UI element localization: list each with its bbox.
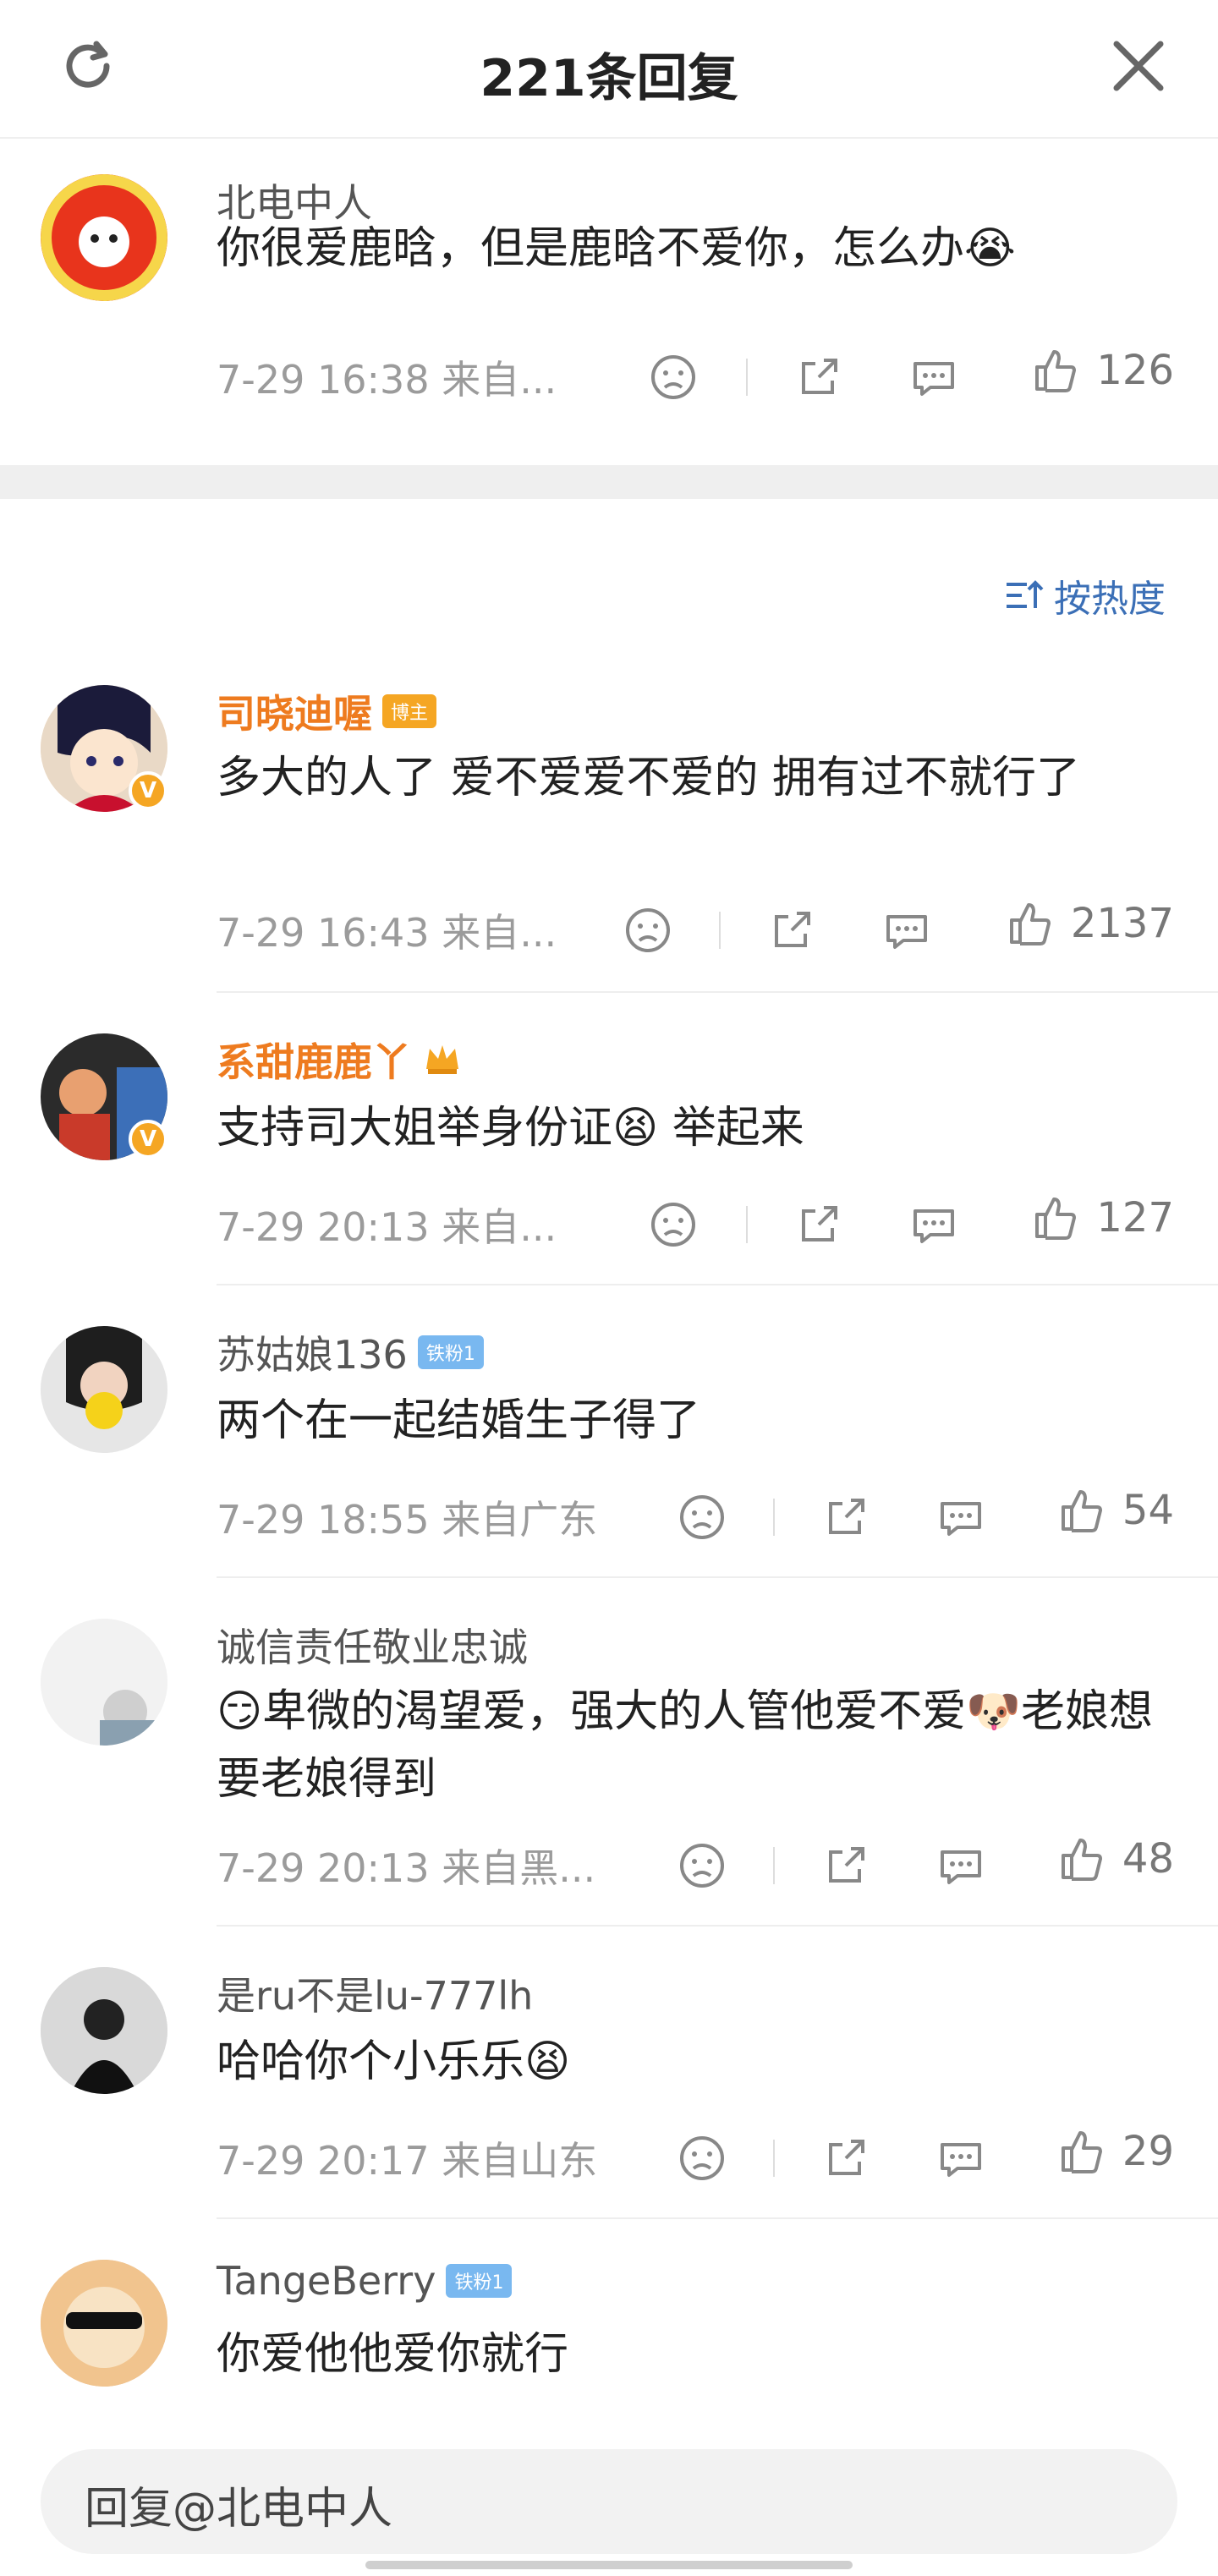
comment-time: 7-29 20:17 来自山东 [217,2138,598,2184]
dislike-icon[interactable] [648,1199,699,1250]
username[interactable]: 诚信责任敬业忠诚 [217,1617,528,1673]
comment-icon[interactable] [935,1840,986,1891]
comment-time: 7-29 20:13 来自... [217,1204,557,1250]
comment-icon[interactable] [881,905,932,956]
like-count: 29 [1122,2128,1174,2175]
row-divider [217,1925,1218,1927]
dislike-icon[interactable] [623,905,673,956]
action-divider [746,1206,748,1243]
blogger-tag: 博主 [382,694,437,728]
verified-badge: V [129,771,167,810]
like-count: 2137 [1070,900,1174,947]
share-icon[interactable] [793,1199,844,1250]
username[interactable]: 司晓迪喔 [217,683,372,739]
close-icon[interactable] [1105,32,1172,100]
list-item: V 司晓迪喔 博主 多大的人了 爱不爱爱不爱的 拥有过不就行了 7-29 16:… [0,677,1218,995]
like-button[interactable]: 48 [1055,1833,1174,1884]
comment-time: 7-29 18:55 来自广东 [217,1497,598,1543]
row-divider [217,991,1218,993]
username[interactable]: 系甜鹿鹿丫 [217,1032,411,1088]
fan-badge: 铁粉1 [446,2264,513,2298]
sort-button[interactable]: 按热度 [1003,568,1166,622]
comment-icon[interactable] [908,352,959,403]
home-indicator [365,2561,853,2569]
like-count: 126 [1096,347,1174,394]
avatar[interactable] [41,1967,167,2094]
comment-text: 两个在一起结婚生子得了 [217,1395,701,1446]
comment-text: 😏卑微的渴望爱，强大的人管他爱不爱🐶老娘想要老娘得到 [217,1686,1153,1805]
dislike-icon[interactable] [677,1492,727,1543]
crown-icon [421,1037,464,1082]
thumbs-up-icon [1035,350,1077,392]
avatar[interactable] [41,2260,167,2387]
thumbs-up-icon [1009,903,1051,945]
comment-text: 多大的人了 爱不爱爱不爱的 拥有过不就行了 [217,753,1081,803]
comment-text: 哈哈你个小乐乐😫 [217,2036,571,2087]
row-divider [217,1576,1218,1578]
comment-icon[interactable] [908,1199,959,1250]
avatar[interactable] [41,1326,167,1453]
page-title: 221条回复 [480,49,738,108]
share-icon[interactable] [820,1840,871,1891]
action-divider [773,2140,775,2177]
reply-placeholder: 回复@北电中人 [85,2484,393,2535]
action-divider [773,1847,775,1884]
like-count: 54 [1122,1487,1174,1534]
row-divider [217,2217,1218,2219]
username[interactable]: TangeBerry [217,2258,436,2304]
list-item: 苏姑娘136 铁粉1 两个在一起结婚生子得了 7-29 18:55 来自广东 5… [0,1318,1218,1580]
username[interactable]: 苏姑娘136 [217,1324,408,1380]
dislike-icon[interactable] [677,1840,727,1891]
share-icon[interactable] [766,905,817,956]
avatar[interactable] [41,1619,167,1746]
avatar[interactable] [41,174,167,301]
comment-text: 你很爱鹿晗，但是鹿晗不爱你，怎么办😭 [217,223,1016,274]
like-button[interactable]: 126 [1029,345,1174,396]
comment-icon[interactable] [935,2133,986,2184]
list-item: V 系甜鹿鹿丫 支持司大姐举身份证😫 举起来 7-29 20:13 来自... … [0,1025,1218,1287]
thumbs-up-icon [1035,1198,1077,1240]
like-count: 48 [1122,1835,1174,1883]
sort-label: 按热度 [1054,578,1166,621]
sort-icon [1007,580,1044,608]
list-item: 是ru不是lu-777lh 哈哈你个小乐乐😫 7-29 20:17 来自山东 2… [0,1959,1218,2221]
thumbs-up-icon [1061,1839,1102,1881]
like-button[interactable]: 127 [1029,1192,1174,1243]
header: 221条回复 [0,0,1218,139]
comment-time: 7-29 20:13 来自黑... [217,1845,596,1891]
comment-icon[interactable] [935,1492,986,1543]
comment-text: 支持司大姐举身份证😫 举起来 [217,1103,804,1154]
section-separator [0,465,1218,499]
action-divider [746,359,748,396]
dislike-icon[interactable] [677,2133,727,2184]
root-comment: 北电中人 你很爱鹿晗，但是鹿晗不爱你，怎么办😭 7-29 16:38 来自...… [0,139,1218,465]
comment-time: 7-29 16:38 来自... [217,357,557,403]
username[interactable]: 是ru不是lu-777lh [217,1965,533,2021]
thumbs-up-icon [1061,1490,1102,1532]
fan-badge: 铁粉1 [417,1335,484,1369]
like-count: 127 [1096,1194,1174,1241]
action-divider [719,912,721,949]
share-icon[interactable] [820,1492,871,1543]
like-button[interactable]: 2137 [1003,898,1174,949]
list-item: 诚信责任敬业忠诚 😏卑微的渴望爱，强大的人管他爱不爱🐶老娘想要老娘得到 7-29… [0,1610,1218,1928]
like-button[interactable]: 29 [1055,2126,1174,2177]
like-button[interactable]: 54 [1055,1485,1174,1536]
share-icon[interactable] [793,352,844,403]
thumbs-up-icon [1061,2131,1102,2173]
verified-badge: V [129,1120,167,1159]
action-divider [773,1499,775,1536]
row-divider [217,1284,1218,1285]
reply-input[interactable]: 回复@北电中人 [41,2449,1177,2554]
dislike-icon[interactable] [648,352,699,403]
comment-time: 7-29 16:43 来自... [217,910,557,956]
share-icon[interactable] [820,2133,871,2184]
comment-text: 你爱他他爱你就行 [217,2329,569,2380]
list-item: TangeBerry 铁粉1 你爱他他爱你就行 [0,2251,1218,2420]
